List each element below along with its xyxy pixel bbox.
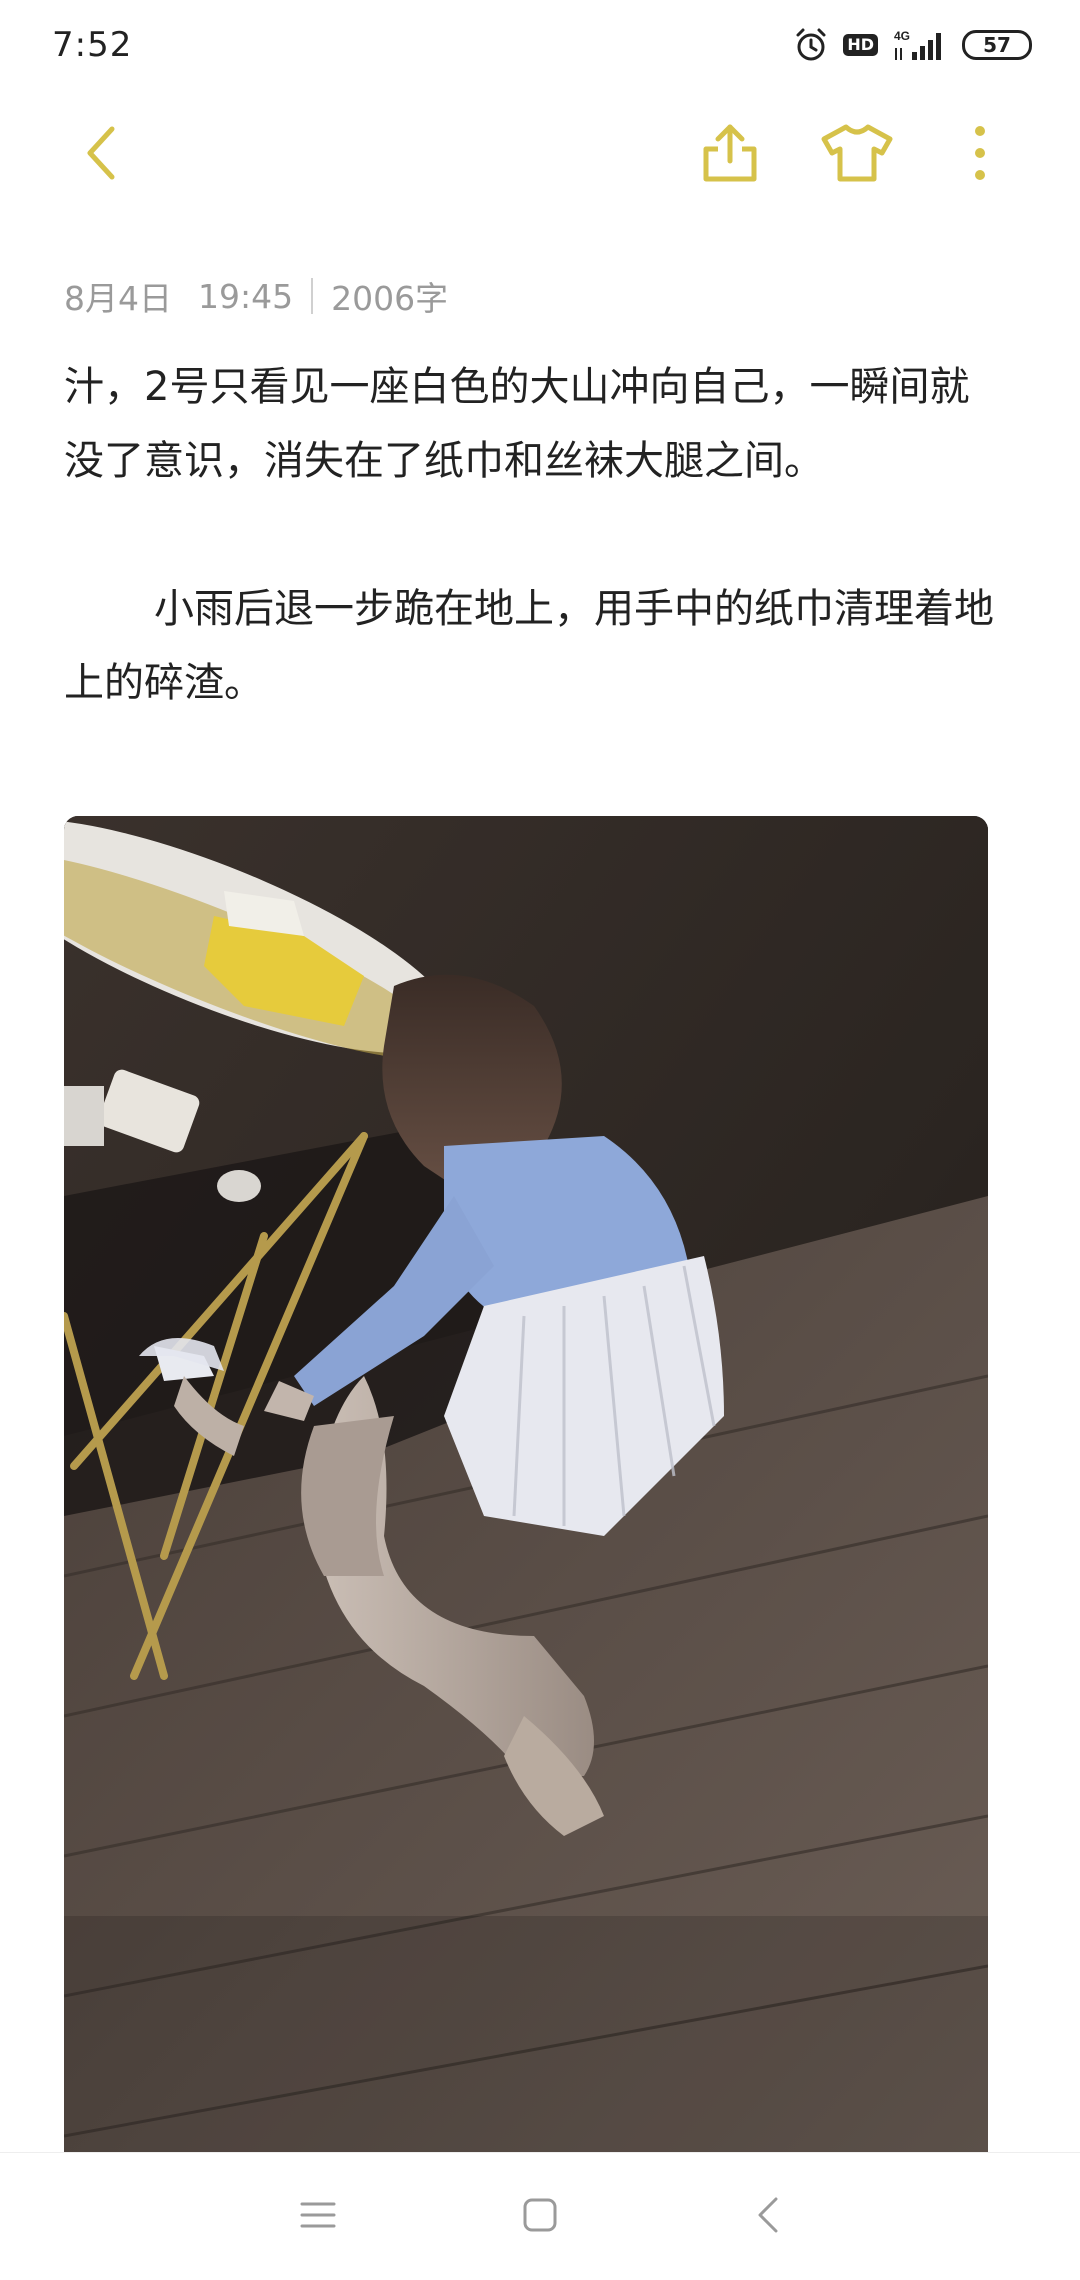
word-count: 2006字 [331,279,449,318]
note-date: 8月4日 [64,279,172,318]
share-button[interactable] [690,100,770,210]
photo-image [64,816,988,2152]
status-time: 7:52 [52,25,133,65]
status-bar: 7:52 HD 4G 57 [0,0,1080,90]
system-nav-bar [0,2152,1080,2280]
more-vertical-icon [974,123,986,187]
chevron-left-icon [82,123,122,187]
meta-divider [311,278,314,314]
tshirt-icon [820,123,894,187]
note-meta: 8月4日 19:45 2006字 [64,268,448,324]
more-button[interactable] [950,100,1010,210]
note-toolbar [0,100,1080,210]
status-icons: HD 4G 57 [793,27,1032,63]
alarm-icon [793,27,829,63]
theme-button[interactable] [812,100,902,210]
note-screen: 7:52 HD 4G 57 8月4日 19:45 2006字 汁，2号只看见一座… [0,0,1080,2280]
home-square-icon [522,2197,558,2237]
battery-indicator: 57 [962,30,1032,60]
signal-icon: 4G [892,28,948,62]
note-time: 19:45 [198,276,294,316]
back-chevron-icon [756,2195,780,2239]
note-image[interactable] [64,816,988,2152]
paragraph: 小雨后退一步跪在地上，用手中的纸巾清理着地上的碎渣。 [64,586,994,706]
recent-apps-button[interactable] [258,2153,378,2280]
home-button[interactable] [480,2153,600,2280]
menu-icon [300,2200,336,2234]
paragraph: 汁，2号只看见一座白色的大山冲向自己，一瞬间就没了意识，消失在了纸巾和丝袜大腿之… [64,364,970,484]
share-icon [700,121,760,189]
back-button[interactable] [62,100,142,210]
hd-badge: HD [843,34,878,56]
system-back-button[interactable] [708,2153,828,2280]
note-body[interactable]: 汁，2号只看见一座白色的大山冲向自己，一瞬间就没了意识，消失在了纸巾和丝袜大腿之… [64,350,1004,720]
svg-text:4G: 4G [894,29,910,43]
